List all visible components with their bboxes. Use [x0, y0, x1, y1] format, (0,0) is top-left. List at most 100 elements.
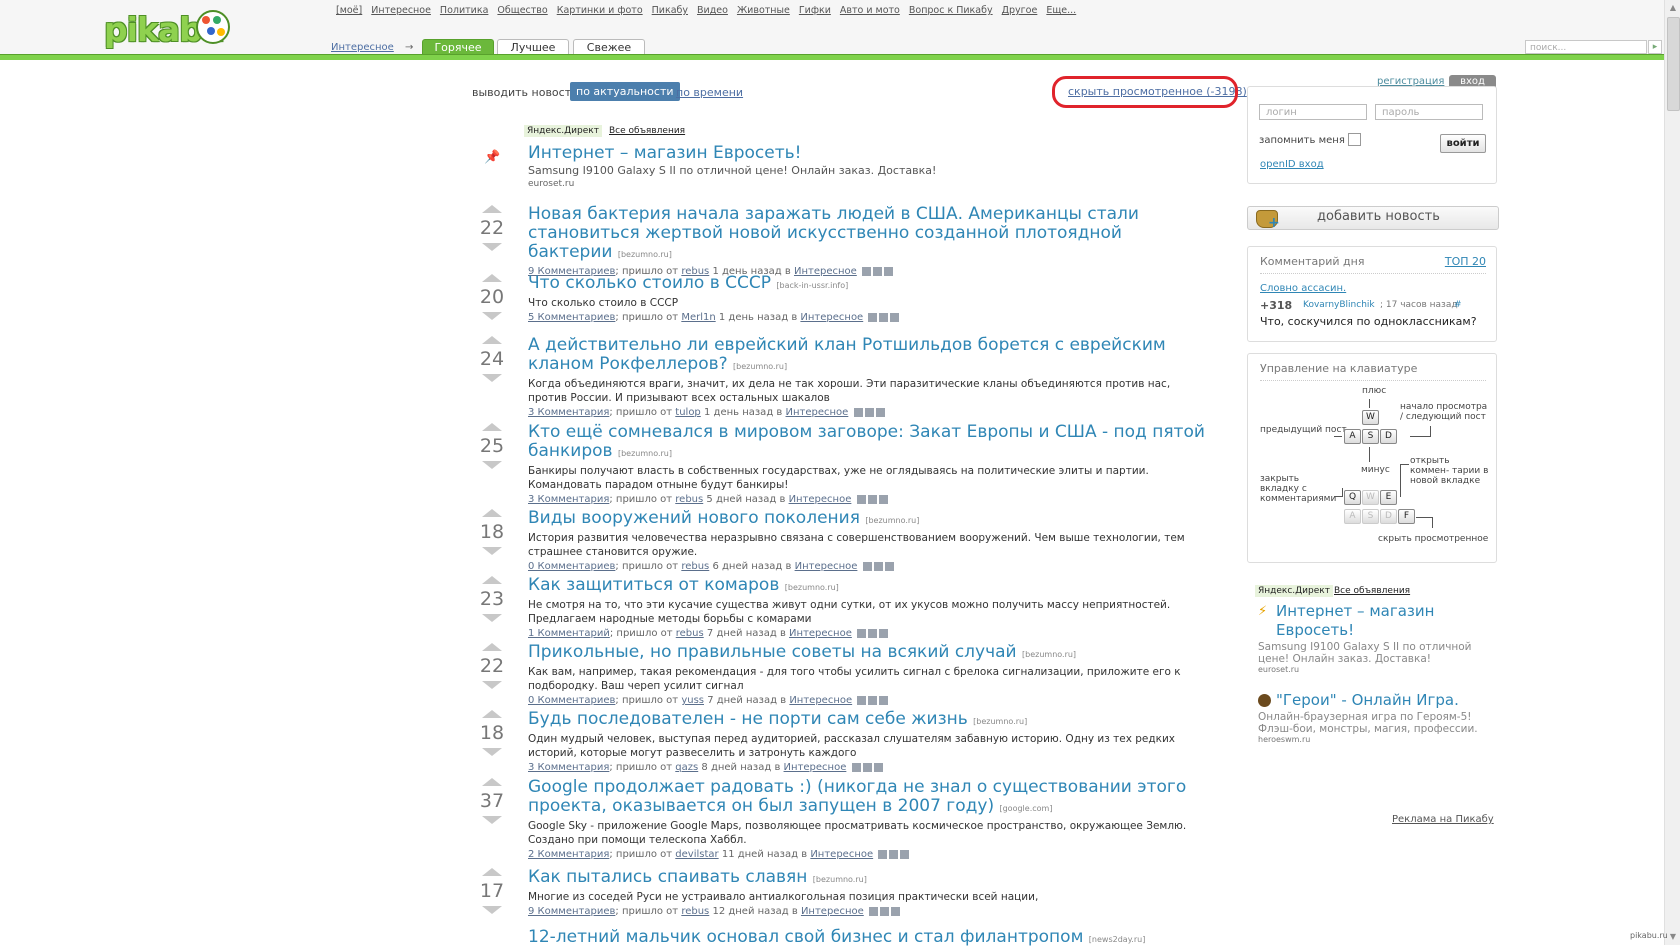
- comment-author-link[interactable]: KovarnyBlinchik: [1303, 300, 1375, 310]
- facebook-share-icon[interactable]: [857, 695, 867, 705]
- post-title-link[interactable]: Прикольные, но правильные советы на всяк…: [528, 642, 1017, 662]
- category-link[interactable]: Интересное: [789, 695, 852, 706]
- post-title-link[interactable]: Как пытались спаивать славян: [528, 867, 807, 887]
- sort-by-relevance-button[interactable]: по актуальности: [570, 82, 680, 101]
- vote-up-icon[interactable]: [482, 778, 502, 786]
- facebook-share-icon[interactable]: [878, 849, 888, 859]
- vk-share-icon[interactable]: [875, 407, 885, 417]
- vote-down-icon[interactable]: [482, 243, 502, 251]
- nav-link[interactable]: Пикабу: [652, 5, 688, 16]
- comments-link[interactable]: 1 Комментарий: [528, 628, 610, 639]
- right-ad-title-1[interactable]: Интернет – магазин Евросеть!: [1276, 602, 1476, 640]
- password-field[interactable]: пароль: [1375, 104, 1483, 120]
- vk-share-icon[interactable]: [890, 906, 900, 916]
- category-link[interactable]: Интересное: [810, 849, 873, 860]
- post-title-link[interactable]: Виды вооружений нового поколения: [528, 508, 860, 528]
- category-link[interactable]: Интересное: [786, 407, 849, 418]
- openid-login-link[interactable]: openID вход: [1260, 159, 1324, 170]
- vk-share-icon[interactable]: [900, 849, 910, 859]
- all-ads-link[interactable]: Все объявления: [609, 126, 685, 136]
- vote-up-icon[interactable]: [482, 643, 502, 651]
- vote-up-icon[interactable]: [482, 274, 502, 282]
- scrollbar[interactable]: ▲ ▼: [1664, 0, 1680, 945]
- vote-up-icon[interactable]: [482, 576, 502, 584]
- vote-down-icon[interactable]: [482, 748, 502, 756]
- author-link[interactable]: rebus: [676, 628, 704, 639]
- vote-down-icon[interactable]: [482, 816, 502, 824]
- twitter-share-icon[interactable]: [889, 849, 899, 859]
- twitter-share-icon[interactable]: [864, 407, 874, 417]
- category-link[interactable]: Интересное: [789, 494, 852, 505]
- author-link[interactable]: Merl1n: [681, 312, 715, 323]
- search-input[interactable]: поиск...: [1525, 40, 1647, 54]
- vk-share-icon[interactable]: [873, 762, 883, 772]
- facebook-share-icon[interactable]: [851, 762, 861, 772]
- post-title-link[interactable]: Что сколько стоило в СССР: [528, 273, 771, 293]
- yandex-direct-badge[interactable]: Яндекс.Директ: [524, 125, 602, 137]
- nav-link[interactable]: Политика: [440, 5, 488, 16]
- login-button[interactable]: войти: [1440, 134, 1486, 153]
- right-ad-title-2[interactable]: "Герои" - Онлайн Игра.: [1276, 691, 1459, 710]
- comments-link[interactable]: 3 Комментария: [528, 762, 609, 773]
- twitter-share-icon[interactable]: [879, 312, 889, 322]
- pikabu-logo[interactable]: pikabu: [104, 8, 234, 50]
- author-link[interactable]: tulop: [675, 407, 701, 418]
- all-ads-link[interactable]: Все объявления: [1334, 586, 1410, 596]
- post-title-link[interactable]: А действительно ли еврейский клан Ротшил…: [528, 335, 1166, 374]
- vk-share-icon[interactable]: [884, 561, 894, 571]
- facebook-share-icon[interactable]: [862, 561, 872, 571]
- post-title-link[interactable]: Google продолжает радовать :) (никогда н…: [528, 777, 1186, 816]
- vote-down-icon[interactable]: [482, 614, 502, 622]
- twitter-share-icon[interactable]: [879, 906, 889, 916]
- vote-up-icon[interactable]: [482, 710, 502, 718]
- vote-down-icon[interactable]: [482, 461, 502, 469]
- facebook-share-icon[interactable]: [868, 906, 878, 916]
- nav-link[interactable]: Видео: [697, 5, 728, 16]
- comments-link[interactable]: 0 Комментариев: [528, 695, 615, 706]
- breadcrumb-link[interactable]: Интересное: [331, 42, 394, 53]
- author-link[interactable]: qazs: [675, 762, 698, 773]
- twitter-share-icon[interactable]: [873, 561, 883, 571]
- comments-link[interactable]: 3 Комментария: [528, 494, 609, 505]
- comments-link[interactable]: 3 Комментария: [528, 407, 609, 418]
- nav-link[interactable]: [моё]: [336, 5, 362, 16]
- nav-link[interactable]: Еще...: [1046, 5, 1076, 16]
- nav-link[interactable]: Гифки: [799, 5, 831, 16]
- author-link[interactable]: devilstar: [675, 849, 718, 860]
- nav-link[interactable]: Животные: [737, 5, 790, 16]
- vote-up-icon[interactable]: [482, 205, 502, 213]
- vote-down-icon[interactable]: [482, 312, 502, 320]
- yandex-direct-badge[interactable]: Яндекс.Директ: [1255, 585, 1333, 597]
- scroll-thumb[interactable]: [1667, 17, 1680, 111]
- top20-link[interactable]: ТОП 20: [1445, 255, 1486, 268]
- nav-link[interactable]: Другое: [1002, 5, 1038, 16]
- twitter-share-icon[interactable]: [868, 628, 878, 638]
- nav-link[interactable]: Вопрос к Пикабу: [909, 5, 993, 16]
- pikabu-ads-link[interactable]: Реклама на Пикабу: [1392, 814, 1494, 825]
- author-link[interactable]: rebus: [681, 561, 709, 572]
- nav-link[interactable]: Авто и мото: [840, 5, 900, 16]
- sort-by-time-link[interactable]: по времени: [676, 86, 743, 99]
- nav-link[interactable]: Картинки и фото: [557, 5, 643, 16]
- twitter-share-icon[interactable]: [862, 762, 872, 772]
- vote-up-icon[interactable]: [482, 509, 502, 517]
- nav-link[interactable]: Интересное: [371, 5, 431, 16]
- author-link[interactable]: rebus: [681, 906, 709, 917]
- add-news-button[interactable]: + добавить новость: [1247, 206, 1499, 230]
- comments-link[interactable]: 9 Комментариев: [528, 906, 615, 917]
- author-link[interactable]: yuss: [681, 695, 704, 706]
- category-link[interactable]: Интересное: [789, 628, 852, 639]
- facebook-share-icon[interactable]: [868, 312, 878, 322]
- comments-link[interactable]: 5 Комментариев: [528, 312, 615, 323]
- author-link[interactable]: rebus: [675, 494, 703, 505]
- post-title-link[interactable]: 12-летний мальчик основал свой бизнес и …: [528, 927, 1083, 947]
- category-link[interactable]: Интересное: [800, 312, 863, 323]
- login-field[interactable]: логин: [1259, 104, 1367, 120]
- vk-share-icon[interactable]: [879, 695, 889, 705]
- comment-permalink[interactable]: #: [1454, 300, 1462, 310]
- post-title-link[interactable]: Будь последователен - не порти сам себе …: [528, 709, 968, 729]
- category-link[interactable]: Интересное: [784, 762, 847, 773]
- vote-down-icon[interactable]: [482, 547, 502, 555]
- vote-up-icon[interactable]: [482, 336, 502, 344]
- comments-link[interactable]: 2 Комментария: [528, 849, 609, 860]
